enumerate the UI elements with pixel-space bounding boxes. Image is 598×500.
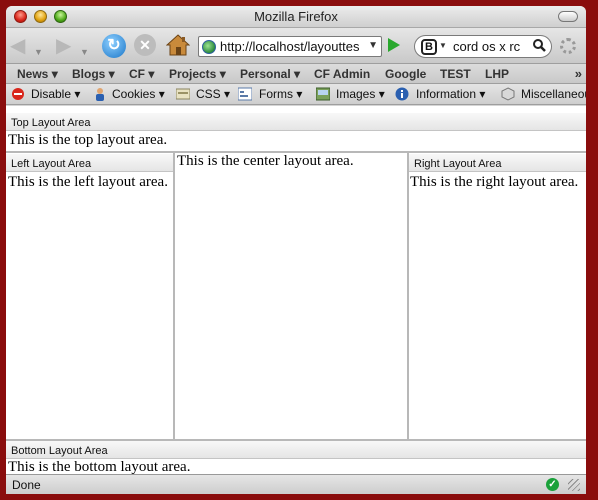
browser-window: Mozilla Firefox ◀ ▼ ▶ ▼ ↻ ✕ http://local… [6,6,586,494]
bookmark-item[interactable]: Projects ▾ [169,67,226,81]
images-icon [316,87,330,101]
forward-arrow-icon[interactable]: ▶ [56,36,71,56]
search-magnifier-icon[interactable] [533,39,546,55]
bookmark-item[interactable]: Google [385,67,426,81]
devbar-label: Disable [31,87,72,101]
left-layout-header: Left Layout Area [6,154,173,172]
search-box[interactable]: B ▼ cord os x rc [414,35,552,58]
information-icon [395,87,409,101]
stop-icon[interactable]: ✕ [134,34,156,56]
bookmark-label: Personal [240,67,291,81]
devbar-disable-menu[interactable]: Disable ▾ [31,87,80,101]
toolbar-toggle-button[interactable] [558,11,578,22]
right-layout-header: Right Layout Area [409,154,586,172]
bookmark-item[interactable]: News ▾ [17,67,58,81]
devbar-miscellaneous-menu[interactable]: Miscellaneous [521,87,586,101]
search-engine-icon[interactable]: B [421,39,437,55]
devbar-label: Cookies [112,87,156,101]
devbar-label: CSS [196,87,221,101]
status-text: Done [12,478,41,492]
miscellaneous-icon [501,87,515,101]
window-title: Mozilla Firefox [254,9,338,24]
top-layout-header: Top Layout Area [6,113,586,131]
left-divider [173,153,175,440]
web-developer-toolbar: Disable ▾ Cookies ▾ CSS ▾ Forms ▾ Images… [6,84,586,105]
search-engine-dropdown-icon[interactable]: ▼ [439,41,447,50]
devbar-label: Images [336,87,376,101]
bookmark-label: Blogs [72,67,106,81]
devbar-cookies-menu[interactable]: Cookies ▾ [112,87,165,101]
devbar-information-menu[interactable]: Information ▾ [416,87,485,101]
bookmark-label: News [17,67,49,81]
cookies-icon [96,88,104,101]
bookmark-item[interactable]: CF ▾ [129,67,154,81]
back-history-dropdown-icon[interactable]: ▼ [34,42,43,62]
site-globe-icon [202,40,216,54]
search-input[interactable]: cord os x rc [453,39,533,54]
left-layout-text: This is the left layout area. [8,174,168,190]
bookmarks-overflow-chevron[interactable]: » [575,66,582,81]
right-layout-text: This is the right layout area. [410,174,579,190]
loading-throbber-icon [560,38,576,54]
bookmark-item[interactable]: Personal ▾ [240,67,300,81]
navigation-toolbar: ◀ ▼ ▶ ▼ ↻ ✕ http://localhost/layouttes ▼… [6,28,586,64]
bookmarks-toolbar: News ▾ Blogs ▾ CF ▾ Projects ▾ Personal … [6,64,586,84]
bookmark-item[interactable]: Blogs ▾ [72,67,115,81]
url-text[interactable]: http://localhost/layouttes [220,39,360,54]
go-arrow-icon[interactable] [388,38,400,52]
center-layout-text: This is the center layout area. [177,153,354,169]
status-ok-check-icon[interactable]: ✓ [546,478,559,491]
devbar-label: Information [416,87,477,101]
devbar-forms-menu[interactable]: Forms ▾ [259,87,302,101]
devbar-css-menu[interactable]: CSS ▾ [196,87,230,101]
bookmark-label: CF [129,67,145,81]
page-content: Top Layout Area This is the top layout a… [6,106,586,475]
home-icon[interactable] [165,33,191,57]
back-arrow-icon[interactable]: ◀ [10,36,25,56]
reload-icon[interactable]: ↻ [102,34,126,58]
top-layout-text: This is the top layout area. [8,132,168,148]
bookmark-item[interactable]: CF Admin [314,67,370,81]
bottom-layout-header: Bottom Layout Area [6,441,586,459]
disable-icon [12,88,24,100]
devbar-images-menu[interactable]: Images ▾ [336,87,385,101]
url-bar[interactable]: http://localhost/layouttes ▼ [198,36,382,57]
right-divider [407,153,409,440]
bookmark-item[interactable]: LHP [485,67,509,81]
status-bar: Done ✓ [6,474,586,494]
bookmark-label: Projects [169,67,217,81]
devbar-label: Forms [259,87,293,101]
title-bar: Mozilla Firefox [6,6,586,28]
url-history-dropdown-icon[interactable]: ▼ [368,40,378,51]
forward-history-dropdown-icon[interactable]: ▼ [80,42,89,62]
bookmark-item[interactable]: TEST [440,67,471,81]
resize-grip-icon[interactable] [568,479,580,491]
css-icon [176,88,190,100]
forms-icon [238,87,252,101]
